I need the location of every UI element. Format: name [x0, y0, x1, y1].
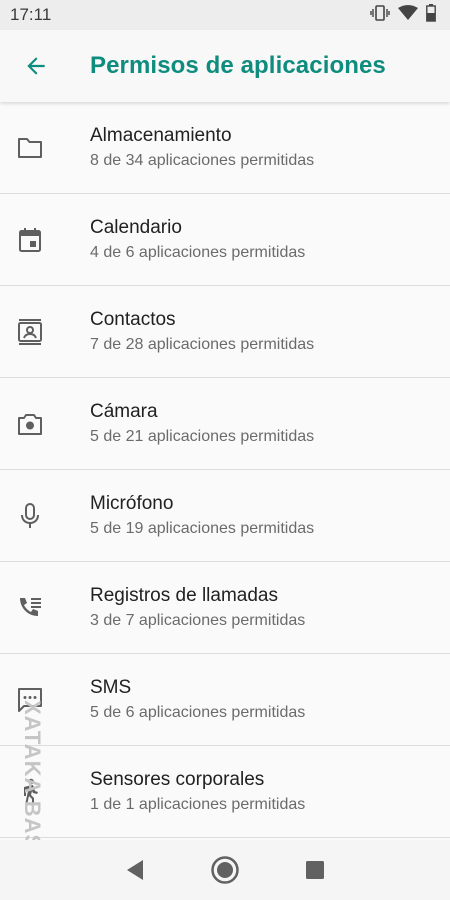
permission-label: Almacenamiento: [90, 125, 232, 146]
permission-item-body-sensors[interactable]: Sensores corporales 1 de 1 aplicaciones …: [0, 746, 450, 838]
permission-item-camera[interactable]: Cámara 5 de 21 aplicaciones permitidas: [0, 378, 450, 470]
vibrate-icon: [370, 4, 390, 26]
status-time: 17:11: [10, 5, 52, 24]
permission-item-microphone[interactable]: Micrófono 5 de 19 aplicaciones permitida…: [0, 470, 450, 562]
back-triangle-icon: [127, 860, 143, 880]
permission-item-sms[interactable]: SMS 5 de 6 aplicaciones permitidas: [0, 654, 450, 746]
permission-summary: 4 de 6 aplicaciones permitidas: [90, 244, 306, 261]
contacts-icon: [0, 286, 60, 378]
home-circle-icon: [211, 856, 239, 884]
permission-item-contacts[interactable]: Contactos 7 de 28 aplicaciones permitida…: [0, 286, 450, 378]
permission-summary: 8 de 34 aplicaciones permitidas: [90, 152, 315, 169]
wifi-icon: [398, 4, 418, 26]
permission-item-storage[interactable]: Almacenamiento 8 de 34 aplicaciones perm…: [0, 102, 450, 194]
nav-home-button[interactable]: [200, 845, 250, 895]
navigation-bar: [0, 840, 450, 900]
permissions-list: Almacenamiento 8 de 34 aplicaciones perm…: [0, 102, 450, 838]
permission-summary: 3 de 7 aplicaciones permitidas: [90, 612, 306, 629]
app-bar: Permisos de aplicaciones: [0, 30, 450, 102]
recents-square-icon: [306, 861, 324, 879]
permission-summary: 5 de 6 aplicaciones permitidas: [90, 704, 306, 721]
back-button[interactable]: [6, 36, 66, 96]
permission-label: Registros de llamadas: [90, 585, 278, 606]
permission-item-call-logs[interactable]: Registros de llamadas 3 de 7 aplicacione…: [0, 562, 450, 654]
page-title: Permisos de aplicaciones: [90, 52, 386, 79]
permission-summary: 5 de 19 aplicaciones permitidas: [90, 520, 315, 537]
call-log-icon: [0, 562, 60, 654]
permission-summary: 5 de 21 aplicaciones permitidas: [90, 428, 315, 445]
arrow-back-icon: [27, 57, 45, 75]
permission-label: Sensores corporales: [90, 769, 265, 790]
permission-summary: 7 de 28 aplicaciones permitidas: [90, 336, 315, 353]
permission-label: Cámara: [90, 401, 158, 422]
camera-icon: [0, 378, 60, 470]
permission-item-calendar[interactable]: Calendario 4 de 6 aplicaciones permitida…: [0, 194, 450, 286]
microphone-icon: [0, 470, 60, 562]
status-icons: [370, 3, 436, 27]
nav-recents-button[interactable]: [290, 845, 340, 895]
battery-icon: [426, 3, 436, 27]
permission-label: SMS: [90, 677, 132, 698]
permission-label: Contactos: [90, 309, 176, 330]
nav-back-button[interactable]: [110, 845, 160, 895]
calendar-icon: [0, 194, 60, 286]
permission-summary: 1 de 1 aplicaciones permitidas: [90, 796, 306, 813]
status-bar: 17:11: [0, 0, 450, 30]
permission-label: Micrófono: [90, 493, 174, 514]
permission-label: Calendario: [90, 217, 182, 238]
folder-icon: [0, 102, 60, 194]
